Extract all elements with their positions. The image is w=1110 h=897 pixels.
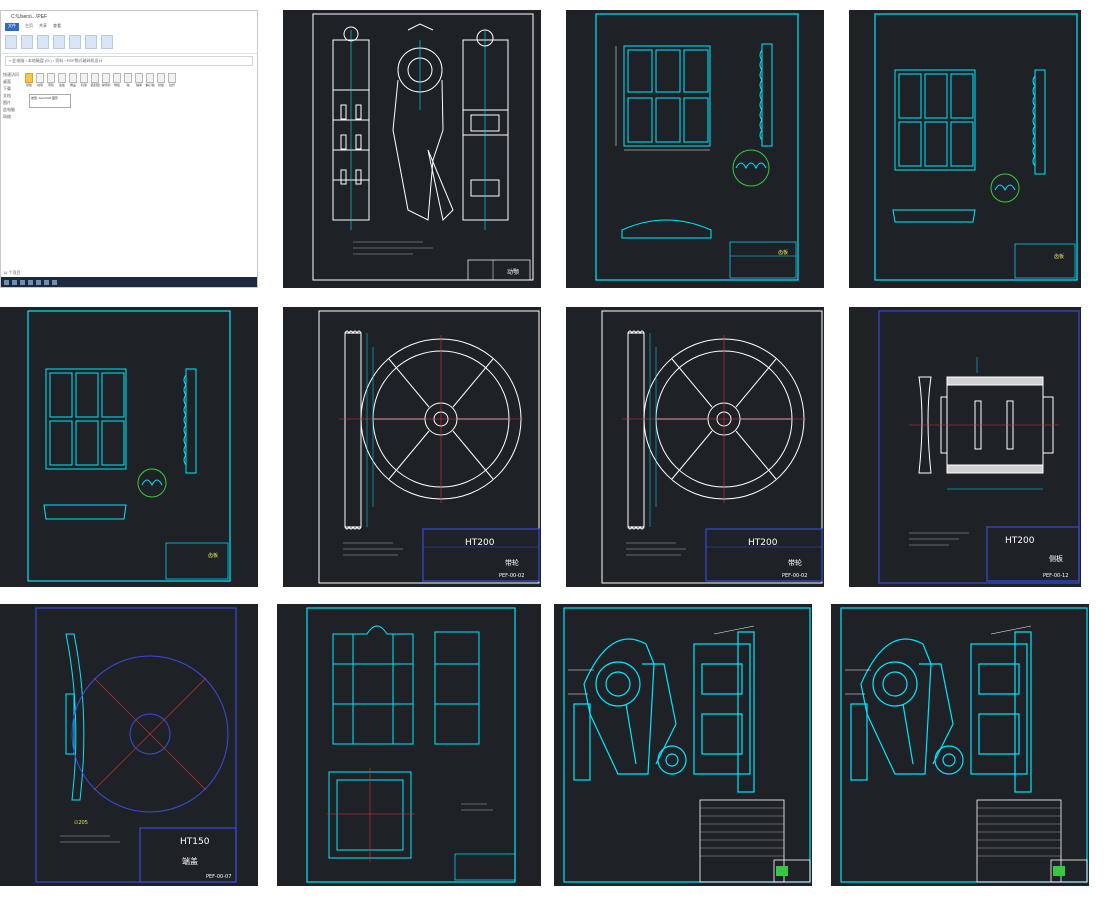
dwg-file-icon	[113, 73, 121, 83]
cad-drawing: 动颚	[312, 13, 534, 281]
dwg-file-icon	[36, 73, 44, 83]
dwg-file-icon	[146, 73, 154, 83]
material-label: HT150	[180, 837, 210, 847]
move-icon[interactable]	[53, 35, 65, 49]
nav-item[interactable]: 此电脑	[3, 106, 23, 113]
nav-item[interactable]: 文档	[3, 92, 23, 99]
drawing-thumbnail-frame[interactable]	[277, 604, 541, 886]
browser-icon[interactable]	[28, 279, 33, 285]
thumbnail-grid: C:\Users\...\PEF 文件 主页 共享 查看 « 此电脑 › 本地磁…	[0, 0, 1110, 897]
dimension-label: ∅205	[74, 820, 88, 826]
nav-item[interactable]: 网络	[3, 113, 23, 120]
dwg-file-icon	[124, 73, 132, 83]
part-name-label: 带轮	[505, 558, 519, 567]
drawing-thumbnail-pulley-1[interactable]: HT200 带轮 PEF-00-02	[283, 307, 541, 587]
dwg-file-icon	[135, 73, 143, 83]
copy-icon[interactable]	[21, 35, 33, 49]
delete-icon[interactable]	[69, 35, 81, 49]
file-item[interactable]: 说明书	[101, 73, 111, 103]
rename-icon[interactable]	[85, 35, 97, 49]
app-icon[interactable]	[52, 279, 57, 285]
cad-drawing: 齿板	[27, 310, 231, 582]
dwg-file-icon	[58, 73, 66, 83]
explorer-title: C:\Users\...\PEF	[11, 14, 48, 20]
dwg-file-icon	[47, 73, 55, 83]
explorer-icon[interactable]	[20, 279, 25, 285]
cad-drawing	[563, 607, 811, 883]
file-explorer-thumbnail[interactable]: C:\Users\...\PEF 文件 主页 共享 查看 « 此电脑 › 本地磁…	[0, 10, 258, 288]
drawing-code-label: PEF-00-07	[206, 874, 231, 880]
file-tooltip: 类型: AutoCAD 图形	[29, 94, 71, 108]
file-item[interactable]: 轴承	[135, 73, 143, 103]
file-item[interactable]: 肘板	[157, 73, 165, 103]
drawing-code-label: PEF-00-02	[782, 573, 807, 579]
cad-drawing: HT200 侧板 PEF-00-12	[878, 310, 1080, 584]
dwg-file-icon	[168, 73, 176, 83]
cad-drawing: ∅205 HT150 端盖 PEF-00-07	[35, 607, 237, 883]
material-label: HT200	[465, 538, 495, 548]
folder-icon	[25, 73, 33, 83]
drawing-thumbnail-jaw-plate-3[interactable]: 齿板	[0, 307, 258, 587]
part-name-label: 带轮	[788, 558, 802, 567]
title-block-label: 动颚	[507, 269, 519, 276]
start-icon[interactable]	[4, 279, 9, 285]
tab-home[interactable]: 主页	[25, 23, 33, 31]
cad-drawing: 齿板	[874, 13, 1078, 281]
file-item[interactable]: 偏心轴	[145, 73, 155, 103]
doc-file-icon	[102, 73, 110, 83]
paste-icon[interactable]	[37, 35, 49, 49]
drawing-thumbnail-end-cover[interactable]: ∅205 HT150 端盖 PEF-00-07	[0, 604, 258, 886]
file-item[interactable]: 轴	[124, 73, 132, 103]
title-block-label: 齿板	[208, 552, 218, 559]
explorer-ribbon-tabs: 文件 主页 共享 查看	[1, 23, 257, 31]
dwg-file-icon	[157, 73, 165, 83]
part-name-label: 端盖	[182, 856, 198, 866]
taskbar	[1, 277, 257, 287]
material-label: HT200	[748, 538, 778, 548]
nav-item[interactable]: 图片	[3, 99, 23, 106]
drawing-thumbnail-assembly-1[interactable]	[554, 604, 812, 886]
title-block-label: 齿板	[1054, 253, 1064, 260]
drawing-thumbnail-movable-jaw[interactable]: 动颚	[283, 10, 541, 288]
tab-file[interactable]: 文件	[5, 23, 19, 31]
cad-drawing	[840, 607, 1088, 883]
tab-view[interactable]: 查看	[53, 23, 61, 31]
drawing-code-label: PEF-00-02	[499, 573, 524, 579]
new-folder-icon[interactable]	[101, 35, 113, 49]
part-name-label: 侧板	[1049, 554, 1063, 563]
drawing-thumbnail-assembly-2[interactable]	[831, 604, 1089, 886]
navigation-pane: 快速访问 桌面 下载 文档 图片 此电脑 网络	[3, 71, 23, 277]
file-item[interactable]: 机架	[80, 73, 88, 103]
nav-item[interactable]: 下载	[3, 85, 23, 92]
nav-item[interactable]: 快速访问	[3, 71, 23, 78]
dwg-file-icon	[69, 73, 77, 83]
app-icon[interactable]	[44, 279, 49, 285]
file-item[interactable]: 拉杆	[168, 73, 176, 103]
search-icon[interactable]	[12, 279, 17, 285]
title-block-label: 齿板	[778, 249, 788, 256]
drawing-code-label: PEF-00-12	[1043, 573, 1068, 579]
file-item[interactable]: 装配图	[90, 73, 100, 103]
drawing-thumbnail-side-plate[interactable]: HT200 侧板 PEF-00-12	[849, 307, 1081, 587]
address-bar[interactable]: « 此电脑 › 本地磁盘 (D:) › 资料 › PEF颚式破碎机设计	[5, 56, 253, 66]
cad-drawing	[306, 607, 516, 883]
dwg-file-icon	[80, 73, 88, 83]
cad-drawing: HT200 带轮 PEF-00-02	[318, 310, 540, 584]
drawing-thumbnail-jaw-plate-1[interactable]: 齿板	[566, 10, 824, 288]
tab-share[interactable]: 共享	[39, 23, 47, 31]
cad-drawing: HT200 带轮 PEF-00-02	[601, 310, 823, 584]
explorer-ribbon	[1, 31, 257, 54]
material-label: HT200	[1005, 536, 1035, 546]
file-item[interactable]: 侧板	[113, 73, 121, 103]
status-bar: 14 个项目	[3, 270, 21, 275]
drawing-thumbnail-pulley-2[interactable]: HT200 带轮 PEF-00-02	[566, 307, 824, 587]
dwg-file-icon	[91, 73, 99, 83]
cad-icon[interactable]	[36, 279, 41, 285]
cad-drawing: 齿板	[595, 13, 799, 281]
pin-icon[interactable]	[5, 35, 17, 49]
nav-item[interactable]: 桌面	[3, 78, 23, 85]
drawing-thumbnail-jaw-plate-2[interactable]: 齿板	[849, 10, 1081, 288]
